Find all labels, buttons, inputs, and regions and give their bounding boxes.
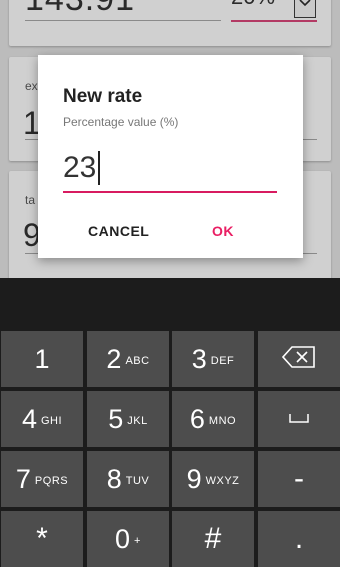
key-minus-label: -: [294, 462, 304, 495]
key-3[interactable]: 3 DEF: [172, 331, 254, 387]
key-space[interactable]: [258, 391, 340, 447]
space-icon: [289, 410, 309, 428]
amount-value: 143.91: [25, 0, 135, 19]
key-2-letters: ABC: [125, 354, 150, 367]
key-9[interactable]: 9 WXYZ: [172, 451, 254, 507]
key-6[interactable]: 6 MNO: [172, 391, 254, 447]
key-7-letters: PQRS: [34, 474, 69, 487]
key-7-label: 7: [15, 463, 31, 494]
rate-input-value: 23: [63, 151, 97, 184]
key-period[interactable]: .: [258, 511, 340, 567]
key-4-label: 4: [21, 403, 37, 434]
key-period-label: .: [294, 522, 304, 555]
key-8-letters: TUV: [125, 474, 150, 487]
rate-underline: [231, 20, 317, 22]
key-2[interactable]: 2 ABC: [87, 331, 169, 387]
key-3-letters: DEF: [210, 354, 235, 367]
extra-label: ex: [25, 79, 38, 93]
key-4-letters: GHI: [40, 414, 63, 427]
key-6-label: 6: [189, 403, 205, 434]
new-rate-dialog: New rate Percentage value (%) 23 CANCEL …: [38, 55, 303, 258]
key-8[interactable]: 8 TUV: [87, 451, 169, 507]
key-5[interactable]: 5 JKL: [87, 391, 169, 447]
key-5-label: 5: [108, 403, 124, 434]
dialog-subtitle: Percentage value (%): [63, 115, 179, 129]
key-hash-label: #: [204, 522, 222, 555]
numeric-keyboard: 1 2 ABC 3 DEF 4 GHI 5 JKL 6 MNO 7 PQRS 8 TUV 9W…: [0, 278, 340, 567]
key-8-label: 8: [106, 463, 122, 494]
tax-label: ta: [25, 193, 36, 207]
key-6-letters: MNO: [208, 414, 237, 427]
rate-input[interactable]: 23: [63, 151, 101, 185]
key-minus[interactable]: -: [258, 451, 340, 507]
key-7[interactable]: 7 PQRS: [1, 451, 83, 507]
key-3-label: 3: [191, 343, 207, 374]
key-2-label: 2: [106, 343, 122, 374]
key-1[interactable]: 1: [1, 331, 83, 387]
key-5-letters: JKL: [127, 414, 148, 427]
key-9-label: 9: [186, 463, 202, 494]
key-star[interactable]: *: [1, 511, 83, 567]
backspace-icon: [281, 345, 316, 373]
key-hash[interactable]: #: [172, 511, 254, 567]
text-cursor: [98, 151, 101, 185]
cancel-button[interactable]: CANCEL: [88, 223, 149, 239]
rate-input-underline: [63, 191, 277, 193]
key-star-label: *: [36, 522, 48, 555]
key-4[interactable]: 4 GHI: [1, 391, 83, 447]
key-0-letters: +: [134, 534, 141, 547]
key-9-letters: WXYZ: [205, 474, 240, 487]
key-1-label: 1: [34, 343, 50, 374]
ok-button[interactable]: OK: [212, 223, 234, 239]
amount-card: 143.91 20%: [9, 0, 331, 46]
key-0[interactable]: 0 +: [87, 511, 169, 567]
key-backspace[interactable]: [258, 331, 340, 387]
dropdown-arrow-icon[interactable]: [294, 0, 316, 18]
rate-select-value[interactable]: 20%: [231, 0, 275, 10]
key-0-label: 0: [115, 523, 131, 554]
amount-underline: [25, 20, 221, 21]
dialog-title: New rate: [63, 86, 143, 107]
